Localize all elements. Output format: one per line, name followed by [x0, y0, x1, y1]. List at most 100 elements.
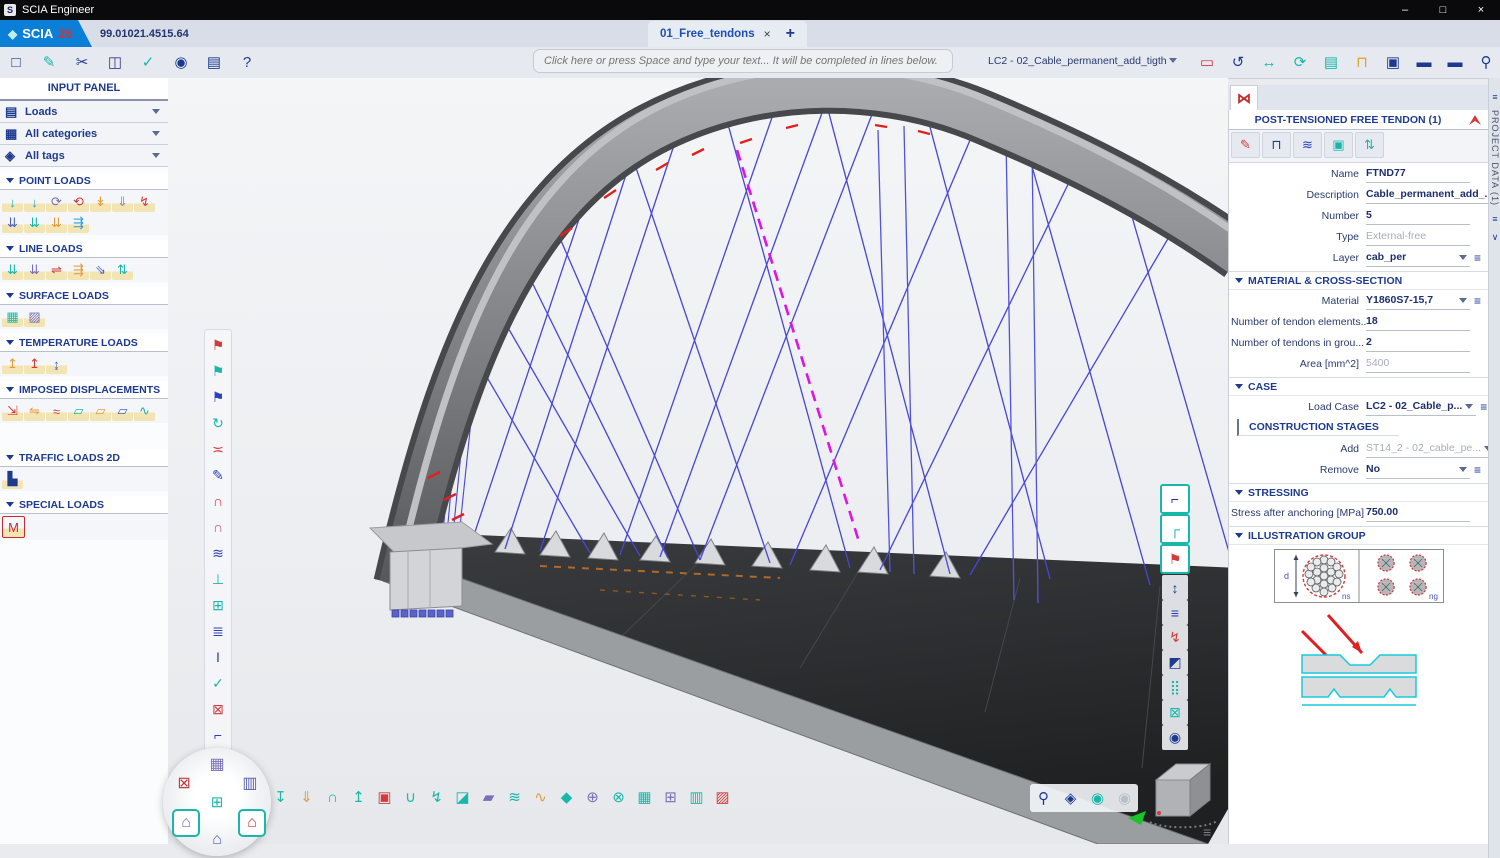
free-line-load-icon[interactable]: ⇓	[294, 784, 319, 810]
temperature-beam-icon[interactable]: ↥	[2, 354, 23, 374]
surface-slab-load-2-icon[interactable]: ▰	[476, 784, 501, 810]
point-load-up-icon[interactable]: ↥	[346, 784, 371, 810]
measure-icon[interactable]: ↔	[1257, 50, 1281, 74]
rhomb-load-icon[interactable]: ◆	[554, 784, 579, 810]
temperature-gradient-icon[interactable]: ↨	[46, 354, 67, 374]
line-load-beam-icon[interactable]: ⇊	[2, 260, 23, 280]
line-loads-header[interactable]: LINE LOADS	[0, 240, 168, 258]
monitor-1-icon[interactable]: ▬	[1412, 50, 1436, 74]
traffic-load-2d-icon[interactable]: ▙	[2, 469, 23, 489]
point-force-node-icon[interactable]: ↓	[2, 192, 23, 212]
curved-deformation-icon[interactable]: ∿	[134, 401, 155, 421]
free-surface-load-icon[interactable]: ∩	[320, 784, 345, 810]
stretch-vertical-icon[interactable]: ↕	[1162, 575, 1188, 600]
grid-plus-load-icon[interactable]: ⊞	[658, 784, 683, 810]
checked-selection-icon[interactable]: ⊠	[1162, 700, 1188, 725]
node-forces-group-icon[interactable]: ⇊	[2, 213, 23, 233]
monitor-2-icon[interactable]: ▬	[1443, 50, 1467, 74]
expand-window-icon[interactable]: ▣	[1381, 50, 1405, 74]
search-input[interactable]	[534, 50, 972, 72]
illustration-group-section-header[interactable]: ILLUSTRATION GROUP	[1229, 526, 1489, 545]
line-load-icon[interactable]: ∪	[398, 784, 423, 810]
free-surface-load-icon[interactable]: ▨	[24, 307, 45, 327]
new-project-icon[interactable]: □	[4, 50, 28, 74]
wave-load-2-icon[interactable]: ∿	[528, 784, 553, 810]
pin-home-icon[interactable]	[1467, 114, 1483, 126]
tendon-edit-icon[interactable]: ✎	[1231, 132, 1260, 158]
moment-load-icon[interactable]: ▣	[372, 784, 397, 810]
check-accept-icon[interactable]: ✓	[205, 670, 231, 696]
stressing-section-header[interactable]: STRESSING	[1229, 483, 1489, 502]
view-cabinet-icon[interactable]: ▥	[238, 771, 262, 795]
selected-free-tendon[interactable]	[737, 150, 860, 545]
scia-menu-tab[interactable]: ◆ SCIA 26	[0, 20, 100, 47]
dots-grid-icon[interactable]: ⣿	[1162, 675, 1188, 700]
circle-cross-load-icon[interactable]: ⊗	[606, 784, 631, 810]
point-displacement-icon[interactable]: ↯	[424, 784, 449, 810]
traffic-loads-header[interactable]: TRAFFIC LOADS 2D	[0, 449, 168, 467]
undo-layout-icon[interactable]: ↺	[1226, 50, 1250, 74]
tendon-anchor-blue-icon[interactable]: ⚑	[205, 384, 231, 410]
point-force-eccentric-icon[interactable]: ↯	[134, 192, 155, 212]
temperature-surface-icon[interactable]: ↥	[24, 354, 45, 374]
arch-frame-multi-icon[interactable]: ∩	[205, 514, 231, 540]
grid-load-icon[interactable]: ▦	[632, 784, 657, 810]
copy-panel-icon[interactable]: ▣	[1324, 132, 1353, 158]
line-moment-icon[interactable]: ⇌	[46, 260, 67, 280]
tools-icon[interactable]: ✂	[70, 50, 94, 74]
library-book-icon[interactable]: ▤	[202, 50, 226, 74]
view-eye-icon[interactable]: ◉	[169, 50, 193, 74]
layers-stack-icon[interactable]: ≣	[205, 618, 231, 644]
check-structure-icon[interactable]: ✓	[136, 50, 160, 74]
refresh-icon[interactable]: ⟳	[1288, 50, 1312, 74]
support-rotation-icon[interactable]: ⇋	[24, 401, 45, 421]
chevron-down-icon[interactable]	[1465, 404, 1473, 409]
point-moment-beam-icon[interactable]: ⟲	[68, 192, 89, 212]
area-field[interactable]: 5400	[1366, 355, 1470, 373]
free-line-load-icon[interactable]: ⇶	[68, 260, 89, 280]
sliders-icon[interactable]: ≡	[1492, 92, 1497, 102]
remove-stage-field[interactable]: No	[1366, 461, 1470, 479]
grid-insert-icon[interactable]: ⊞	[205, 592, 231, 618]
parallel-tendon-icon[interactable]: ≍	[205, 436, 231, 462]
support-node-icon[interactable]: ⊥	[205, 566, 231, 592]
description-field[interactable]: Cable_permanent_add_...	[1366, 186, 1493, 204]
chevron-down-icon[interactable]	[1459, 255, 1467, 260]
rotate-element-icon[interactable]: ↻	[205, 410, 231, 436]
chevron-down-icon[interactable]	[1459, 298, 1467, 303]
visibility-off-icon[interactable]: ◉	[1112, 785, 1137, 811]
sliders-icon[interactable]: ≡	[1492, 214, 1497, 224]
support-translation-icon[interactable]: ⇲	[2, 401, 23, 421]
surface-forces-group-icon[interactable]: ⇊	[46, 213, 67, 233]
wave-load-icon[interactable]: ≋	[502, 784, 527, 810]
line-load-projection-icon[interactable]: ⇘	[90, 260, 111, 280]
text-label-icon[interactable]: I	[205, 644, 231, 670]
minimize-button[interactable]: –	[1386, 0, 1424, 20]
pedestrian-red-icon[interactable]: ⚑	[1160, 544, 1190, 574]
slab-deformation-3-icon[interactable]: ▱	[112, 401, 133, 421]
stress-after-anchoring-field[interactable]: 750.00	[1366, 504, 1470, 522]
close-tab-icon[interactable]: ×	[764, 27, 771, 41]
beam-forces-group-icon[interactable]: ⇊	[24, 213, 45, 233]
layers-stack-icon[interactable]: ≋	[1293, 132, 1322, 158]
point-force-beam-icon[interactable]: ↓	[24, 192, 45, 212]
type-field[interactable]: External-free	[1366, 228, 1470, 246]
load-case-selector[interactable]: LC2 - 02_Cable_permanent_add_tigthten	[988, 51, 1180, 70]
case-section-header[interactable]: CASE	[1229, 377, 1489, 396]
model-viewport[interactable]	[168, 78, 1228, 844]
row-settings-icon[interactable]: ≡	[1470, 463, 1485, 477]
tags-filter[interactable]: ◈ All tags	[0, 145, 168, 167]
material-cross-section-section-header[interactable]: MATERIAL & CROSS-SECTION	[1229, 271, 1489, 290]
surface-slab-load-icon[interactable]: ◪	[450, 784, 475, 810]
view-house-mix-icon[interactable]: ⌂	[172, 809, 200, 837]
add-stage-field[interactable]: ST14_2 - 02_cable_pe...	[1366, 440, 1495, 458]
tendon-tab[interactable]: ⋈	[1230, 85, 1258, 111]
name-field[interactable]: FTND77	[1366, 165, 1470, 183]
slab-deformation-1-icon[interactable]: ▱	[68, 401, 89, 421]
imposed-displacements-header[interactable]: IMPOSED DISPLACEMENTS	[0, 381, 168, 399]
project-data-strip[interactable]: ≡ PROJECT DATA (1) ≡ ∨	[1488, 78, 1500, 858]
loads-filter[interactable]: ▤ Loads	[0, 101, 168, 123]
line-load-complex-icon[interactable]: ⇅	[112, 260, 133, 280]
view-house-blue-icon[interactable]: ⌂	[205, 828, 229, 852]
panel-load-icon[interactable]: ▥	[684, 784, 709, 810]
